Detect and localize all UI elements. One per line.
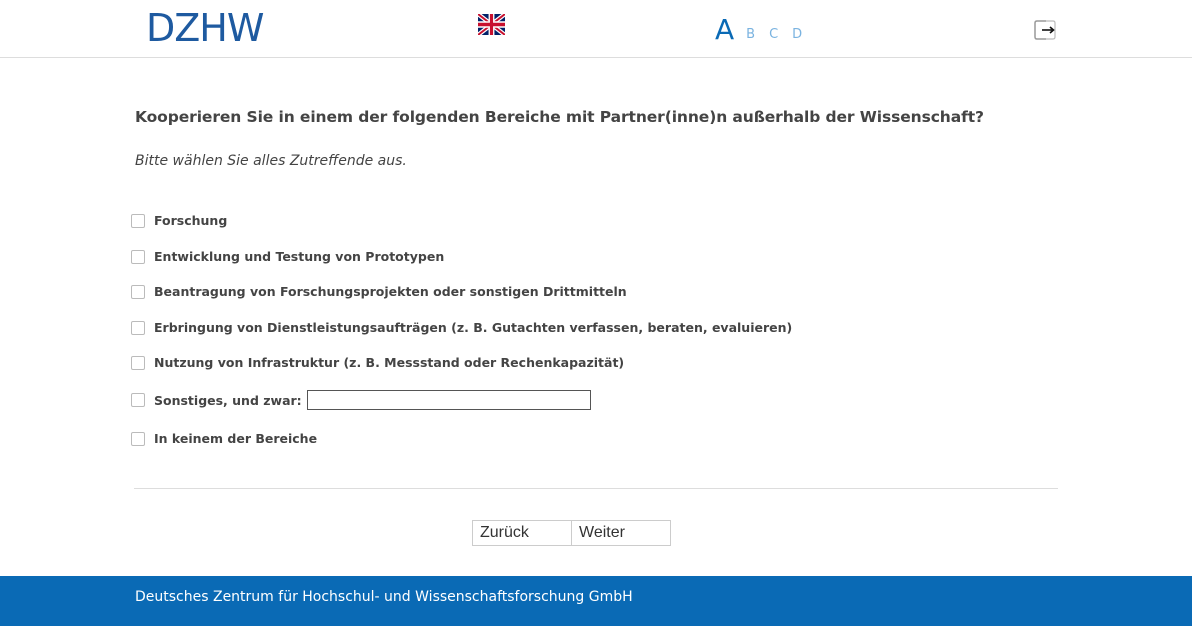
option-prototypen[interactable]: Entwicklung und Testung von Prototypen [131,249,444,264]
font-size-a[interactable]: A [715,16,734,44]
option-label: Entwicklung und Testung von Prototypen [154,249,445,264]
checkbox-drittmittel[interactable] [131,284,145,299]
divider [134,488,1058,489]
font-size-c[interactable]: C [769,28,778,44]
checkbox-prototypen[interactable] [131,249,145,264]
option-sonstiges[interactable]: Sonstiges, und zwar: [131,390,591,410]
checkbox-dienstleistung[interactable] [131,320,145,335]
checkbox-infrastruktur[interactable] [131,355,145,370]
question-instruction: Bitte wählen Sie alles Zutreffende aus. [135,153,407,169]
logout-icon[interactable] [1034,20,1056,40]
footer-text: Deutsches Zentrum für Hochschul- und Wis… [135,589,633,605]
checkbox-sonstiges[interactable] [131,393,145,407]
footer: Deutsches Zentrum für Hochschul- und Wis… [0,576,1192,626]
option-label: Forschung [154,213,228,228]
back-button[interactable]: Zurück [472,520,572,546]
option-infrastruktur[interactable]: Nutzung von Infrastruktur (z. B. Messsta… [131,355,624,370]
option-label: Sonstiges, und zwar: [154,392,302,408]
option-drittmittel[interactable]: Beantragung von Forschungsprojekten oder… [131,284,627,299]
font-size-d[interactable]: D [792,28,802,44]
dzhw-logo: DZHW [146,6,264,50]
option-label: Nutzung von Infrastruktur (z. B. Messsta… [154,355,625,370]
checkbox-keinem[interactable] [131,431,145,446]
navigation-buttons: Zurück Weiter [472,520,671,546]
uk-flag-icon[interactable] [478,14,505,35]
survey-page: DZHW A B C D Kooperieren Sie in einem de… [0,0,1192,626]
question-title: Kooperieren Sie in einem der folgenden B… [135,108,984,126]
option-label: Erbringung von Dienstleistungsaufträgen … [154,320,793,335]
font-size-selector: A B C D [715,10,816,44]
header: DZHW A B C D [0,0,1192,58]
next-button[interactable]: Weiter [572,520,671,546]
option-forschung[interactable]: Forschung [131,213,227,228]
option-keinem[interactable]: In keinem der Bereiche [131,431,317,446]
sonstiges-input[interactable] [306,390,591,410]
option-label: Beantragung von Forschungsprojekten oder… [154,284,627,299]
font-size-b[interactable]: B [746,28,755,44]
option-label: In keinem der Bereiche [154,431,318,446]
option-dienstleistung[interactable]: Erbringung von Dienstleistungsaufträgen … [131,320,792,335]
checkbox-forschung[interactable] [131,213,145,228]
